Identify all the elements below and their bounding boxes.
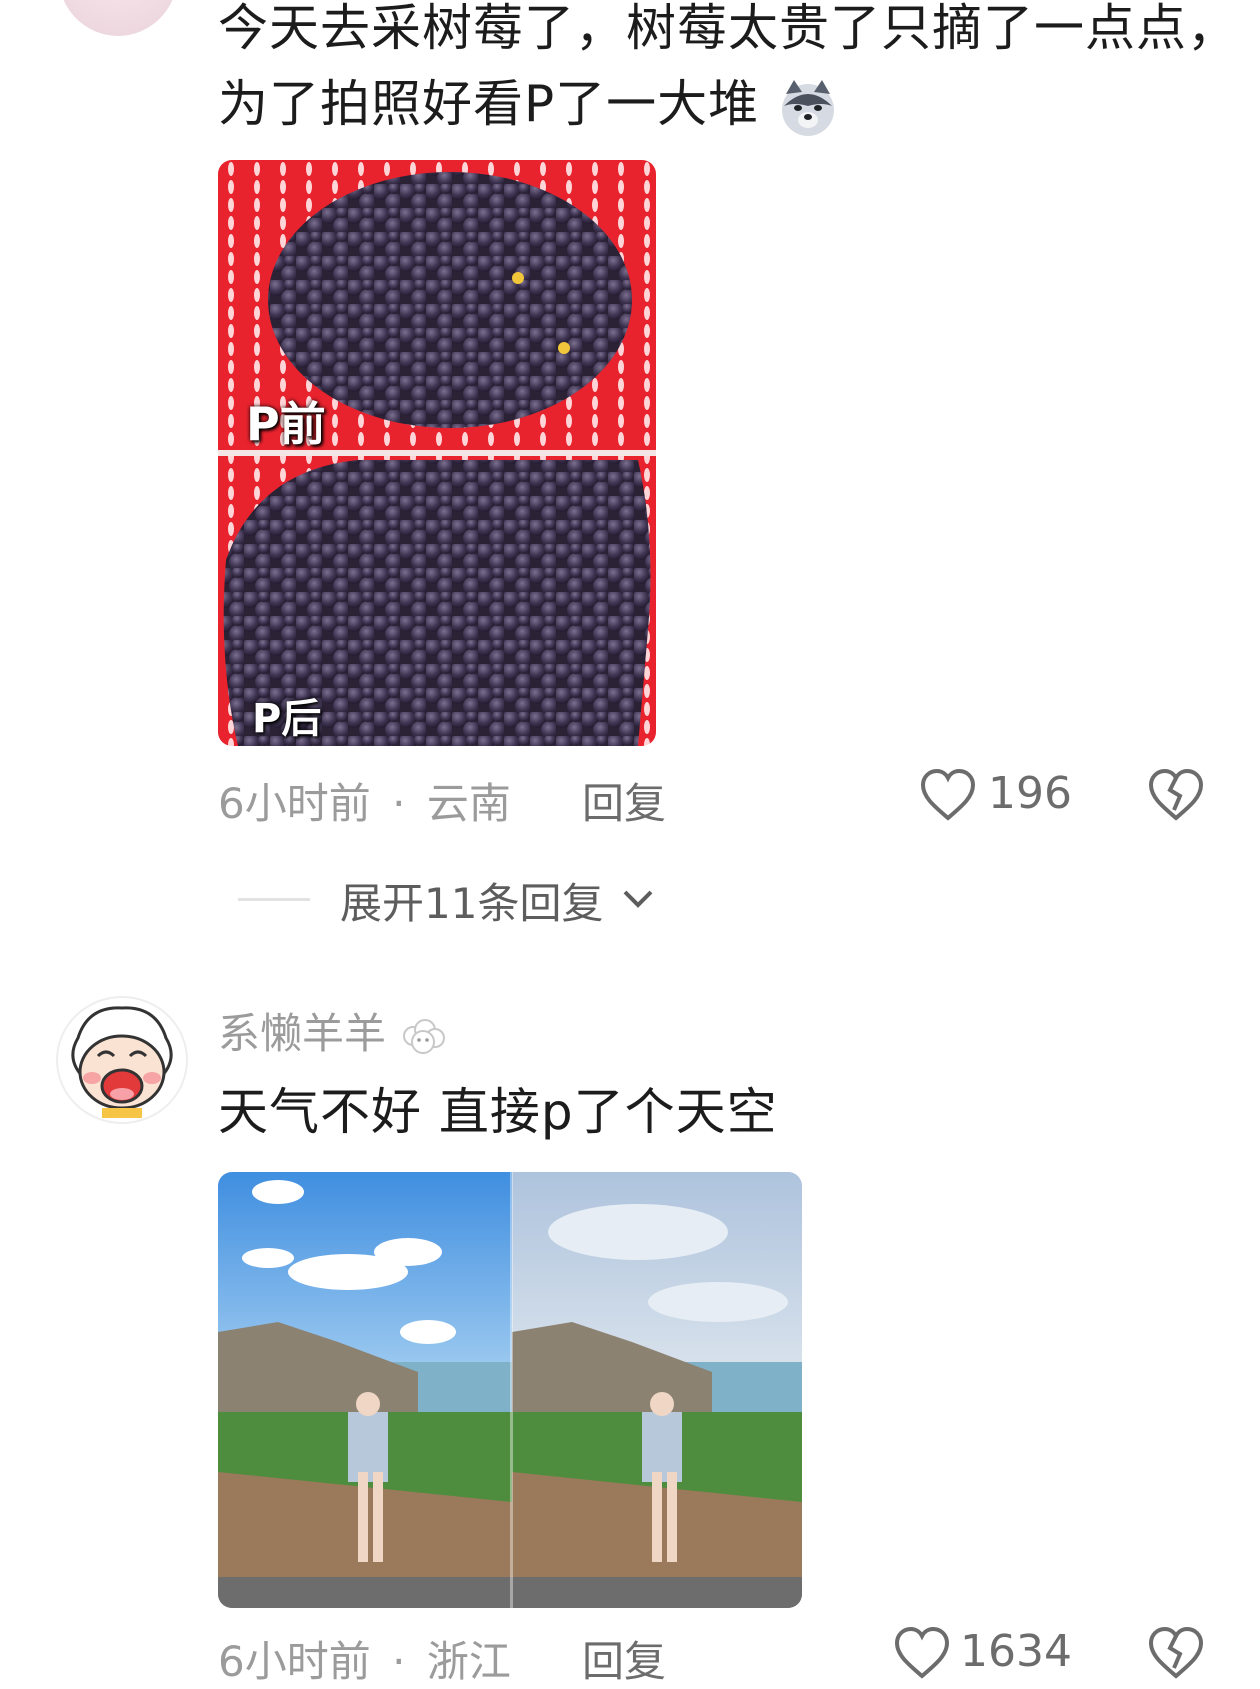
comment-text-line-2-text: 为了拍照好看P了一大堆 <box>218 75 760 133</box>
expand-replies-label: 展开11条回复 <box>340 879 604 928</box>
like-button[interactable]: 196 <box>920 766 1072 826</box>
comment-location: 浙江 <box>426 1637 511 1686</box>
avatar[interactable] <box>58 0 178 36</box>
heart-icon <box>920 768 976 821</box>
comment-text: 天气不好 直接p了个天空 <box>218 1083 778 1141</box>
chevron-down-icon <box>623 890 653 908</box>
comment-time: 6小时前 <box>218 1637 371 1686</box>
like-button[interactable]: 1634 <box>894 1624 1074 1680</box>
dislike-broken-heart-icon[interactable] <box>1148 768 1204 822</box>
avatar[interactable] <box>56 996 188 1124</box>
comment-meta: 6小时前 · 云南 <box>218 770 511 831</box>
dislike-broken-heart-icon[interactable] <box>1148 1626 1204 1680</box>
reply-button[interactable]: 回复 <box>582 770 666 831</box>
raspberry-comparison-image[interactable]: P前 P后 <box>218 160 656 746</box>
before-label: P前 <box>246 397 326 451</box>
expand-replies-button[interactable]: 展开11条回复 <box>238 870 658 930</box>
meta-separator: · <box>392 1637 406 1686</box>
husky-dog-emoji-icon <box>776 76 840 140</box>
comment-time: 6小时前 <box>218 779 371 828</box>
username[interactable]: 系懒羊羊 <box>218 1000 449 1061</box>
lazy-sheep-avatar-image <box>71 1006 173 1118</box>
comment-text-line-2: 为了拍照好看P了一大堆 <box>218 66 840 142</box>
meta-separator: · <box>392 779 406 828</box>
like-count: 196 <box>988 768 1072 819</box>
heart-icon <box>894 1626 950 1679</box>
comment-location: 云南 <box>426 779 511 828</box>
expand-divider-line <box>238 898 310 901</box>
sky-photo <box>218 1172 802 1608</box>
sky-comparison-image[interactable] <box>218 1172 802 1608</box>
sheep-icon <box>399 1016 449 1058</box>
after-label: P后 <box>252 696 322 742</box>
username-text: 系懒羊羊 <box>218 1009 387 1058</box>
like-count: 1634 <box>960 1626 1072 1677</box>
comment-text-line-1: 今天去采树莓了，树莓太贵了只摘了一点点， <box>218 0 1238 57</box>
